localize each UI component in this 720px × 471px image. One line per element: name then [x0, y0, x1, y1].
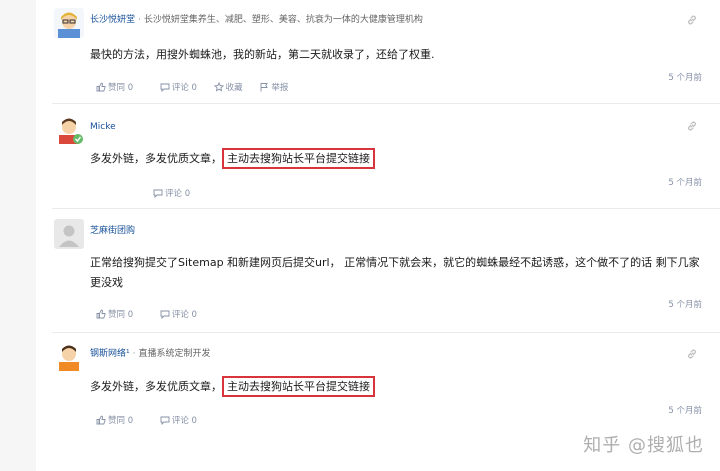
comment-label: 评论 0 — [171, 416, 197, 426]
answer-content: 多发外链，多发优质文章， 主动去搜狗站长平台提交链接 — [90, 148, 700, 169]
action-bar: 赞同 0 评论 0 收藏 举报 — [96, 81, 302, 93]
upvote-button[interactable]: 赞同 0 — [96, 308, 133, 320]
answer-content: 正常给搜狗提交了Sitemap 和新建网页后提交url， 正常情况下就会来，就它… — [90, 256, 700, 289]
author-name[interactable]: 钢斯网络¹ — [90, 349, 130, 359]
content-text: 多发外链，多发优质文章， — [90, 152, 222, 165]
upvote-label: 赞同 0 — [108, 416, 134, 426]
author-info: 钢斯网络¹ · 直播系统定制开发 — [90, 348, 211, 360]
avatar[interactable] — [54, 341, 84, 371]
star-icon — [213, 81, 224, 92]
highlighted-text: 主动去搜狗站长平台提交链接 — [222, 376, 375, 397]
highlighted-text: 主动去搜狗站长平台提交链接 — [222, 148, 375, 169]
thumbs-up-icon — [96, 415, 106, 425]
comment-button[interactable]: 评论 0 — [153, 187, 190, 199]
comment-button[interactable]: 评论 0 — [160, 308, 197, 320]
answer-item: 芝麻街团购 正常给搜狗提交了Sitemap 和新建网页后提交url， 正常情况下… — [36, 209, 720, 331]
flag-icon — [260, 83, 269, 92]
thumbs-up-icon — [96, 309, 106, 319]
comment-icon — [153, 189, 163, 199]
link-icon[interactable] — [686, 120, 698, 132]
separator-dot: · — [138, 15, 141, 25]
answer-time: 5 个月前 — [668, 178, 702, 188]
upvote-label: 赞同 0 — [108, 83, 134, 93]
avatar-illustration — [54, 114, 84, 144]
avatar[interactable] — [54, 219, 84, 249]
default-avatar-icon — [54, 219, 84, 249]
avatar[interactable] — [54, 114, 84, 144]
comment-icon — [160, 310, 170, 320]
author-info: Micke — [90, 121, 116, 133]
action-bar: 赞同 0 评论 0 — [96, 414, 211, 426]
author-info: 长沙悦妍堂 · 长沙悦妍堂集养生、减肥、塑形、美容、抗衰为一体的大健康管理机构 — [90, 14, 423, 26]
comment-button[interactable]: 评论 0 — [160, 414, 197, 426]
comment-icon — [160, 83, 170, 93]
content-text: 多发外链，多发优质文章， — [90, 380, 222, 393]
author-name[interactable]: 长沙悦妍堂 — [90, 15, 135, 25]
author-info: 芝麻街团购 — [90, 225, 135, 237]
author-name[interactable]: Micke — [90, 122, 116, 132]
comment-label: 评论 0 — [171, 83, 197, 93]
link-icon[interactable] — [686, 14, 698, 26]
avatar-illustration — [54, 341, 84, 371]
comment-label: 评论 0 — [165, 189, 191, 199]
upvote-button[interactable]: 赞同 0 — [96, 81, 133, 93]
report-button[interactable]: 举报 — [259, 81, 288, 93]
action-bar: 赞同 0 评论 0 — [96, 308, 211, 320]
upvote-button[interactable]: 赞同 0 — [96, 414, 133, 426]
answer-content: 多发外链，多发优质文章， 主动去搜狗站长平台提交链接 — [90, 376, 700, 397]
favorite-label: 收藏 — [225, 83, 243, 93]
favorite-button[interactable]: 收藏 — [213, 81, 243, 93]
comment-button[interactable]: 评论 0 — [160, 81, 197, 93]
author-bio: 直播系统定制开发 — [138, 349, 211, 359]
answer-list: 长沙悦妍堂 · 长沙悦妍堂集养生、减肥、塑形、美容、抗衰为一体的大健康管理机构 最快… — [36, 0, 720, 471]
answer-item: 长沙悦妍堂 · 长沙悦妍堂集养生、减肥、塑形、美容、抗衰为一体的大健康管理机构 最快… — [36, 0, 720, 100]
watermark: 知乎 @搜狐也 — [583, 435, 704, 456]
answer-content: 最快的方法，用搜外蜘蛛池，我的新站，第二天就收录了，还给了权重. — [90, 48, 435, 61]
answer-item: Micke 多发外链，多发优质文章， 主动去搜狗站长平台提交链接 5 个月前 评论… — [36, 104, 720, 204]
separator-dot: · — [132, 349, 136, 359]
author-bio: 长沙悦妍堂集养生、减肥、塑形、美容、抗衰为一体的大健康管理机构 — [143, 15, 423, 25]
link-icon[interactable] — [686, 348, 698, 360]
upvote-label: 赞同 0 — [108, 310, 134, 320]
author-name[interactable]: 芝麻街团购 — [90, 226, 135, 236]
action-bar: 评论 0 — [96, 187, 204, 199]
answer-time: 5 个月前 — [668, 300, 702, 310]
comment-icon — [160, 416, 170, 426]
avatar-illustration — [54, 8, 84, 38]
comment-label: 评论 0 — [171, 310, 197, 320]
report-label: 举报 — [271, 83, 289, 93]
thumbs-up-icon — [96, 82, 106, 92]
answer-time: 5 个月前 — [668, 73, 702, 83]
answer-time: 5 个月前 — [668, 406, 702, 416]
avatar[interactable] — [54, 8, 84, 38]
